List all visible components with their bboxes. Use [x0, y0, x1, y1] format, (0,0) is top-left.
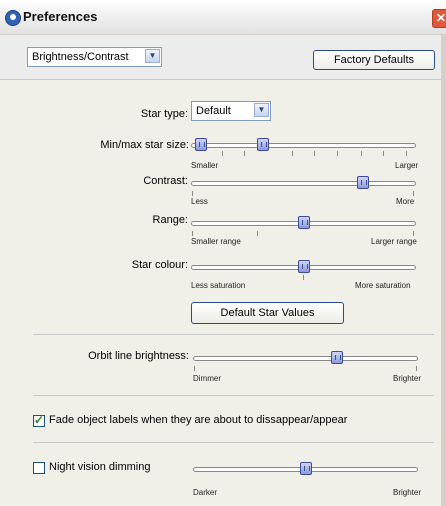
- star-type-value: Default: [196, 105, 231, 117]
- tick: [222, 151, 223, 156]
- chevron-down-icon[interactable]: ▼: [254, 103, 269, 117]
- star-colour-thumb[interactable]: [297, 260, 310, 273]
- contrast-label: Contrast:: [143, 175, 188, 187]
- night-min-label: Darker: [193, 488, 218, 497]
- app-icon: [5, 10, 21, 26]
- category-select[interactable]: Brightness/Contrast ▼: [27, 47, 162, 67]
- window-right-border: [441, 35, 446, 506]
- star-type-select[interactable]: Default ▼: [191, 101, 271, 121]
- night-vision-checkbox[interactable]: [33, 462, 45, 474]
- fade-labels-checkbox[interactable]: [33, 413, 45, 427]
- star-colour-max-label: More saturation: [355, 281, 411, 290]
- range-thumb[interactable]: [297, 216, 310, 229]
- contrast-thumb[interactable]: [357, 176, 370, 189]
- range-max-label: Larger range: [371, 237, 417, 246]
- tick: [416, 366, 417, 371]
- category-select-value: Brightness/Contrast: [32, 51, 129, 63]
- star-size-max-label: Larger: [395, 161, 419, 170]
- orbit-min-label: Dimmer: [193, 374, 221, 383]
- star-colour-label: Star colour:: [131, 259, 188, 271]
- close-button[interactable]: ✕: [432, 9, 446, 28]
- factory-defaults-button[interactable]: Factory Defaults: [313, 50, 435, 70]
- tick: [406, 151, 407, 156]
- night-vision-thumb[interactable]: [299, 462, 312, 475]
- category-bar: Brightness/Contrast ▼ Factory Defaults: [0, 35, 446, 80]
- title-bar[interactable]: Preferences ✕: [0, 0, 446, 35]
- chevron-down-icon[interactable]: ▼: [145, 49, 160, 63]
- preferences-window: Preferences ✕ Brightness/Contrast ▼ Fact…: [0, 0, 446, 506]
- star-size-max-thumb[interactable]: [257, 138, 270, 151]
- tick: [337, 151, 338, 156]
- star-size-label: Min/max star size:: [100, 139, 189, 151]
- tick: [383, 151, 384, 156]
- orbit-max-label: Brighter: [393, 374, 422, 383]
- tick: [361, 151, 362, 156]
- tick: [244, 151, 245, 156]
- night-max-label: Brighter: [393, 488, 422, 497]
- tick: [314, 151, 315, 156]
- tick: [257, 231, 258, 236]
- contrast-max-label: More: [396, 197, 415, 206]
- star-colour-min-label: Less saturation: [191, 281, 246, 290]
- divider: [33, 395, 434, 396]
- night-vision-label[interactable]: Night vision dimming: [49, 461, 150, 473]
- range-min-label: Smaller range: [191, 237, 241, 246]
- tick: [194, 366, 195, 371]
- tick: [413, 231, 414, 236]
- tick: [192, 231, 193, 236]
- contrast-min-label: Less: [191, 197, 208, 206]
- orbit-brightness-thumb[interactable]: [331, 351, 344, 364]
- star-size-min-thumb[interactable]: [195, 138, 208, 151]
- tick: [413, 191, 414, 196]
- window-title: Preferences: [23, 9, 98, 24]
- orbit-brightness-track[interactable]: [193, 356, 418, 361]
- orbit-brightness-label: Orbit line brightness:: [88, 350, 189, 362]
- star-size-min-label: Smaller: [191, 161, 219, 170]
- tick: [303, 275, 304, 280]
- star-size-track[interactable]: [191, 143, 416, 148]
- tick: [192, 191, 193, 196]
- contrast-track[interactable]: [191, 181, 416, 186]
- range-label: Range:: [152, 214, 188, 226]
- star-type-label: Star type:: [140, 108, 188, 120]
- fade-labels-label[interactable]: Fade object labels when they are about t…: [49, 414, 347, 426]
- default-star-values-button[interactable]: Default Star Values: [191, 302, 344, 324]
- divider: [33, 442, 434, 443]
- divider: [33, 334, 434, 335]
- tick: [292, 151, 293, 156]
